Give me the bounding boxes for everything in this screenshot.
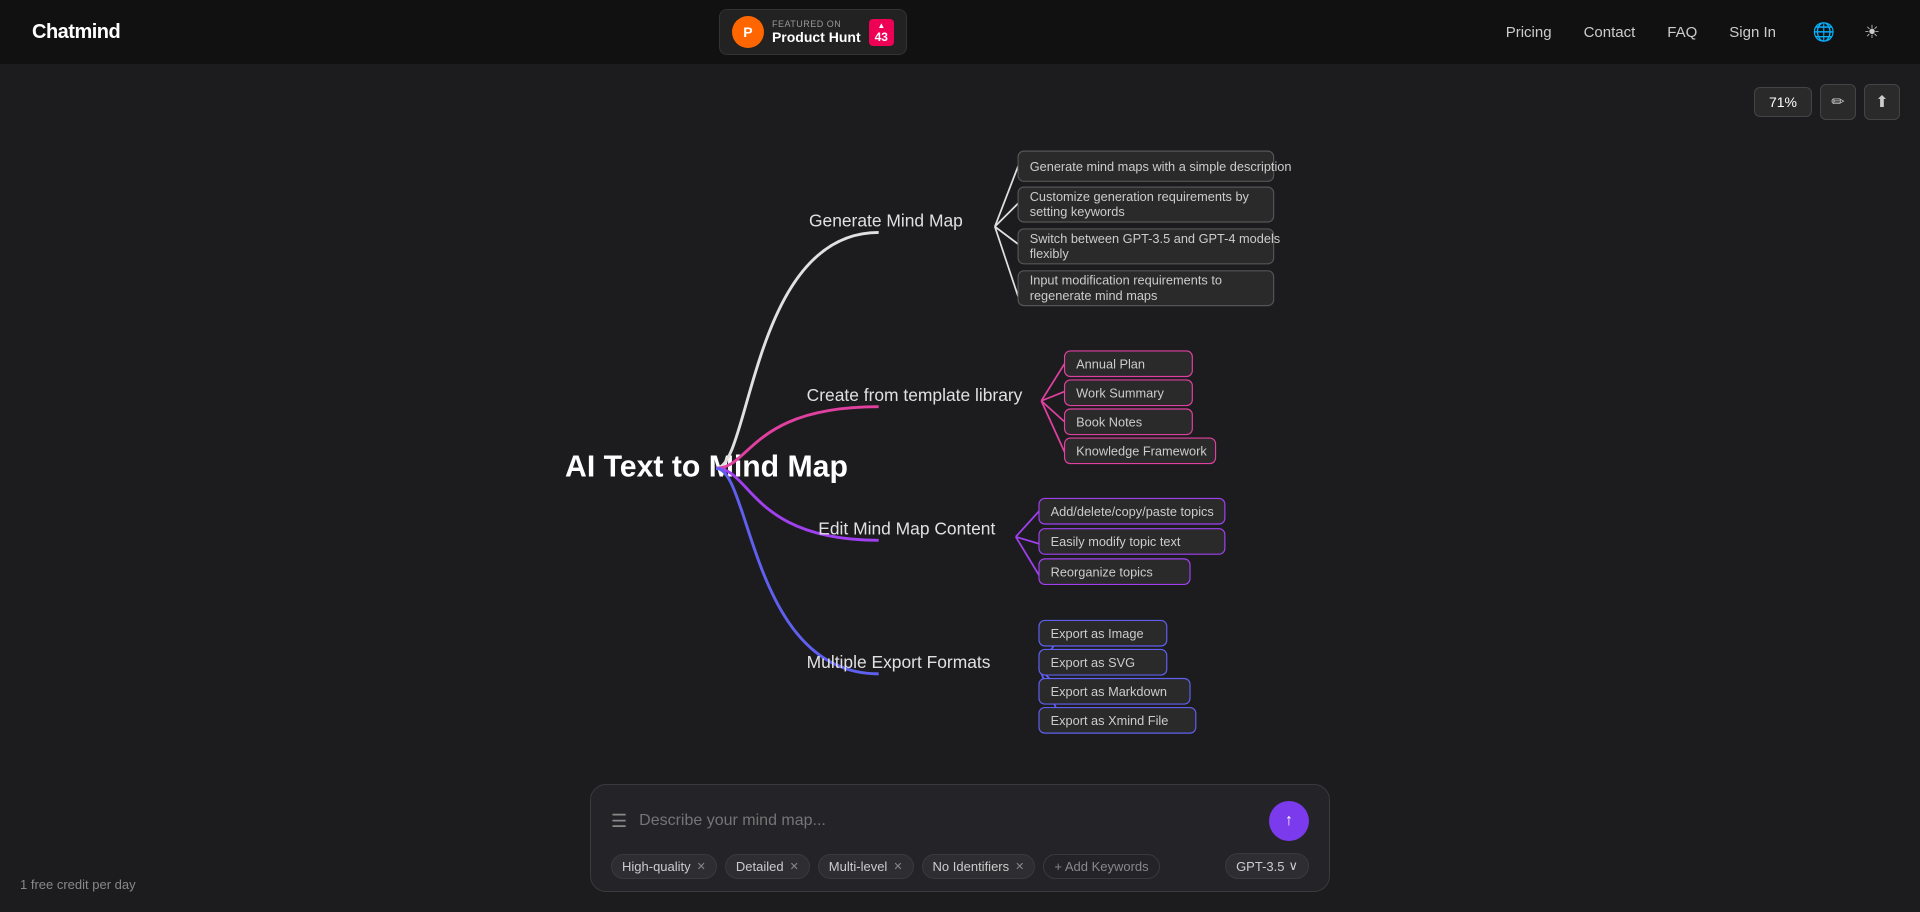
nav-links: Pricing Contact FAQ Sign In 🌐 ☀ <box>1506 16 1888 48</box>
ph-count-badge: ▲ 43 <box>869 19 894 46</box>
tag-detailed[interactable]: Detailed ✕ <box>725 854 810 879</box>
ph-count-number: 43 <box>875 30 888 44</box>
input-icon: ☰ <box>611 811 627 832</box>
tag-no-identifiers[interactable]: No Identifiers ✕ <box>922 854 1036 879</box>
gen-child-3b: flexibly <box>1030 246 1070 261</box>
export-button[interactable]: ⬆ <box>1864 84 1900 120</box>
nav-link-pricing[interactable]: Pricing <box>1506 24 1552 41</box>
gen-child-3: Switch between GPT-3.5 and GPT-4 models <box>1030 231 1280 246</box>
bottom-bar: ☰ ↑ High-quality ✕ Detailed ✕ Multi-leve… <box>590 784 1330 892</box>
ph-logo-icon: P <box>732 16 764 48</box>
exp-child-2: Export as SVG <box>1051 655 1135 670</box>
mind-map-input[interactable] <box>639 812 1257 830</box>
gen-child-2b: setting keywords <box>1030 204 1125 219</box>
input-row: ☰ ↑ <box>611 801 1309 841</box>
globe-icon-button[interactable]: 🌐 <box>1808 16 1840 48</box>
ph-name: Product Hunt <box>772 29 861 45</box>
nav-link-faq[interactable]: FAQ <box>1667 24 1697 41</box>
tag-multi-level[interactable]: Multi-level ✕ <box>818 854 914 879</box>
edit-child-2: Easily modify topic text <box>1051 534 1181 549</box>
gen-child-2: Customize generation requirements by <box>1030 189 1250 204</box>
branch-edit-label: Edit Mind Map Content <box>818 518 995 538</box>
gen-child-1: Generate mind maps with a simple descrip… <box>1030 159 1292 174</box>
tag-high-quality[interactable]: High-quality ✕ <box>611 854 717 879</box>
send-button[interactable]: ↑ <box>1269 801 1309 841</box>
exp-child-1: Export as Image <box>1051 626 1144 641</box>
gpt-model-select[interactable]: GPT-3.5 ∨ <box>1225 853 1309 879</box>
zoom-level: 71% <box>1754 87 1812 117</box>
nav-icons: 🌐 ☀ <box>1808 16 1888 48</box>
tag-multi-level-label: Multi-level <box>829 859 888 874</box>
tag-multi-level-remove[interactable]: ✕ <box>893 860 902 873</box>
tmpl-child-2: Work Summary <box>1076 385 1164 400</box>
tag-high-quality-label: High-quality <box>622 859 691 874</box>
product-hunt-badge[interactable]: P FEATURED ON Product Hunt ▲ 43 <box>719 9 907 55</box>
edit-child-3: Reorganize topics <box>1051 564 1153 579</box>
gen-child-4: Input modification requirements to <box>1030 273 1222 288</box>
tag-high-quality-remove[interactable]: ✕ <box>697 860 706 873</box>
gen-child-4b: regenerate mind maps <box>1030 288 1158 303</box>
nav-link-signin[interactable]: Sign In <box>1729 24 1776 41</box>
root-label: AI Text to Mind Map <box>565 450 848 483</box>
free-credit-text: 1 free credit per day <box>20 877 136 892</box>
ph-text: FEATURED ON Product Hunt <box>772 19 861 45</box>
theme-toggle-button[interactable]: ☀ <box>1856 16 1888 48</box>
nav-link-contact[interactable]: Contact <box>1584 24 1636 41</box>
branch-export-label: Multiple Export Formats <box>807 652 991 672</box>
tmpl-child-4: Knowledge Framework <box>1076 443 1207 458</box>
tags-row: High-quality ✕ Detailed ✕ Multi-level ✕ … <box>611 853 1309 879</box>
gpt-model-label: GPT-3.5 <box>1236 859 1284 874</box>
canvas: 71% ✏ ⬆ AI Text to Mind Map Generate Min… <box>0 64 1920 912</box>
tag-no-identifiers-remove[interactable]: ✕ <box>1015 860 1024 873</box>
exp-child-3: Export as Markdown <box>1051 684 1167 699</box>
gpt-model-arrow: ∨ <box>1288 858 1298 874</box>
tmpl-child-3: Book Notes <box>1076 414 1142 429</box>
edit-child-1: Add/delete/copy/paste topics <box>1051 504 1214 519</box>
branch-template-label: Create from template library <box>807 385 1023 405</box>
edit-button[interactable]: ✏ <box>1820 84 1856 120</box>
tmpl-child-1: Annual Plan <box>1076 356 1145 371</box>
free-credit: 1 free credit per day <box>20 877 136 892</box>
ph-featured-label: FEATURED ON <box>772 19 861 29</box>
navbar: Chatmind P FEATURED ON Product Hunt ▲ 43… <box>0 0 1920 64</box>
tag-detailed-remove[interactable]: ✕ <box>790 860 799 873</box>
tag-no-identifiers-label: No Identifiers <box>933 859 1010 874</box>
zoom-controls: 71% ✏ ⬆ <box>1754 84 1900 120</box>
nav-center: P FEATURED ON Product Hunt ▲ 43 <box>719 9 907 55</box>
ph-arrow-icon: ▲ <box>877 21 885 30</box>
branch-generate-label: Generate Mind Map <box>809 211 963 231</box>
logo: Chatmind <box>32 21 120 44</box>
exp-child-4: Export as Xmind File <box>1051 713 1169 728</box>
add-keywords-button[interactable]: + Add Keywords <box>1043 854 1159 879</box>
tag-detailed-label: Detailed <box>736 859 784 874</box>
